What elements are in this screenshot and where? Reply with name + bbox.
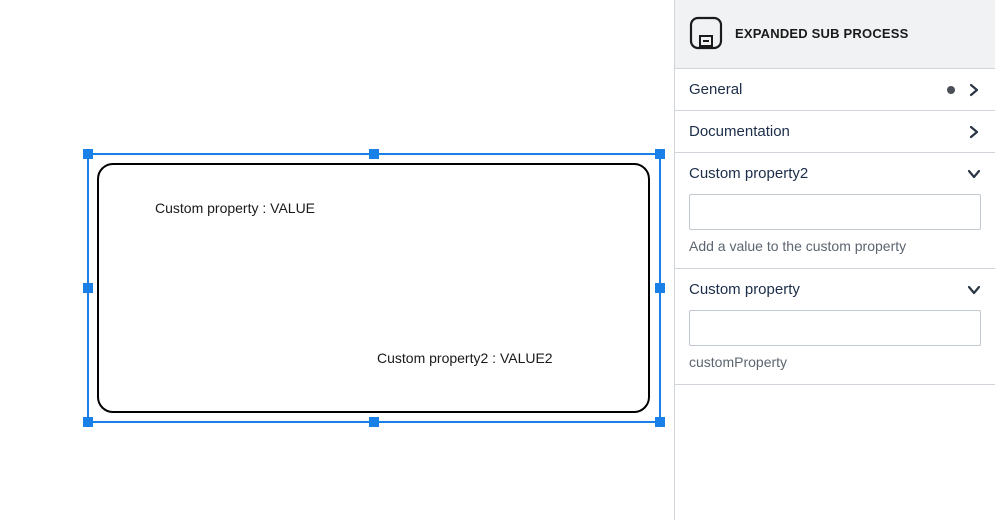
resize-handle-ne[interactable] [655,149,665,159]
custom-property-helper: customProperty [689,354,981,370]
chevron-right-icon [967,83,981,97]
section-general-label: General [689,81,742,98]
custom-property-input[interactable] [689,310,981,346]
section-custom-property2-body: Add a value to the custom property [675,194,995,268]
diagram-canvas[interactable]: Custom property : VALUE Custom property2… [0,0,674,520]
section-custom-property2-header[interactable]: Custom property2 [675,153,995,194]
properties-panel: EXPANDED SUB PROCESS General Documentati… [674,0,995,520]
section-custom-property2: Custom property2 Add a value to the cust… [675,153,995,269]
resize-handle-w[interactable] [83,283,93,293]
dirty-indicator-icon [947,86,955,94]
custom-property2-helper: Add a value to the custom property [689,238,981,254]
section-general: General [675,69,995,111]
chevron-right-icon [967,125,981,139]
resize-handle-s[interactable] [369,417,379,427]
section-documentation: Documentation [675,111,995,153]
section-documentation-label: Documentation [689,123,790,140]
section-custom-property: Custom property customProperty [675,269,995,385]
resize-handle-n[interactable] [369,149,379,159]
resize-handle-e[interactable] [655,283,665,293]
panel-header: EXPANDED SUB PROCESS [675,0,995,69]
resize-handle-sw[interactable] [83,417,93,427]
subprocess-icon [689,16,723,50]
section-custom-property2-label: Custom property2 [689,165,808,182]
section-custom-property-label: Custom property [689,281,800,298]
custom-property2-input[interactable] [689,194,981,230]
panel-title: EXPANDED SUB PROCESS [735,26,909,41]
section-custom-property-header[interactable]: Custom property [675,269,995,310]
selection-outline [87,153,661,423]
chevron-down-icon [967,283,981,297]
section-custom-property-body: customProperty [675,310,995,384]
resize-handle-se[interactable] [655,417,665,427]
resize-handle-nw[interactable] [83,149,93,159]
section-general-header[interactable]: General [675,69,995,110]
chevron-down-icon [967,167,981,181]
section-documentation-header[interactable]: Documentation [675,111,995,152]
